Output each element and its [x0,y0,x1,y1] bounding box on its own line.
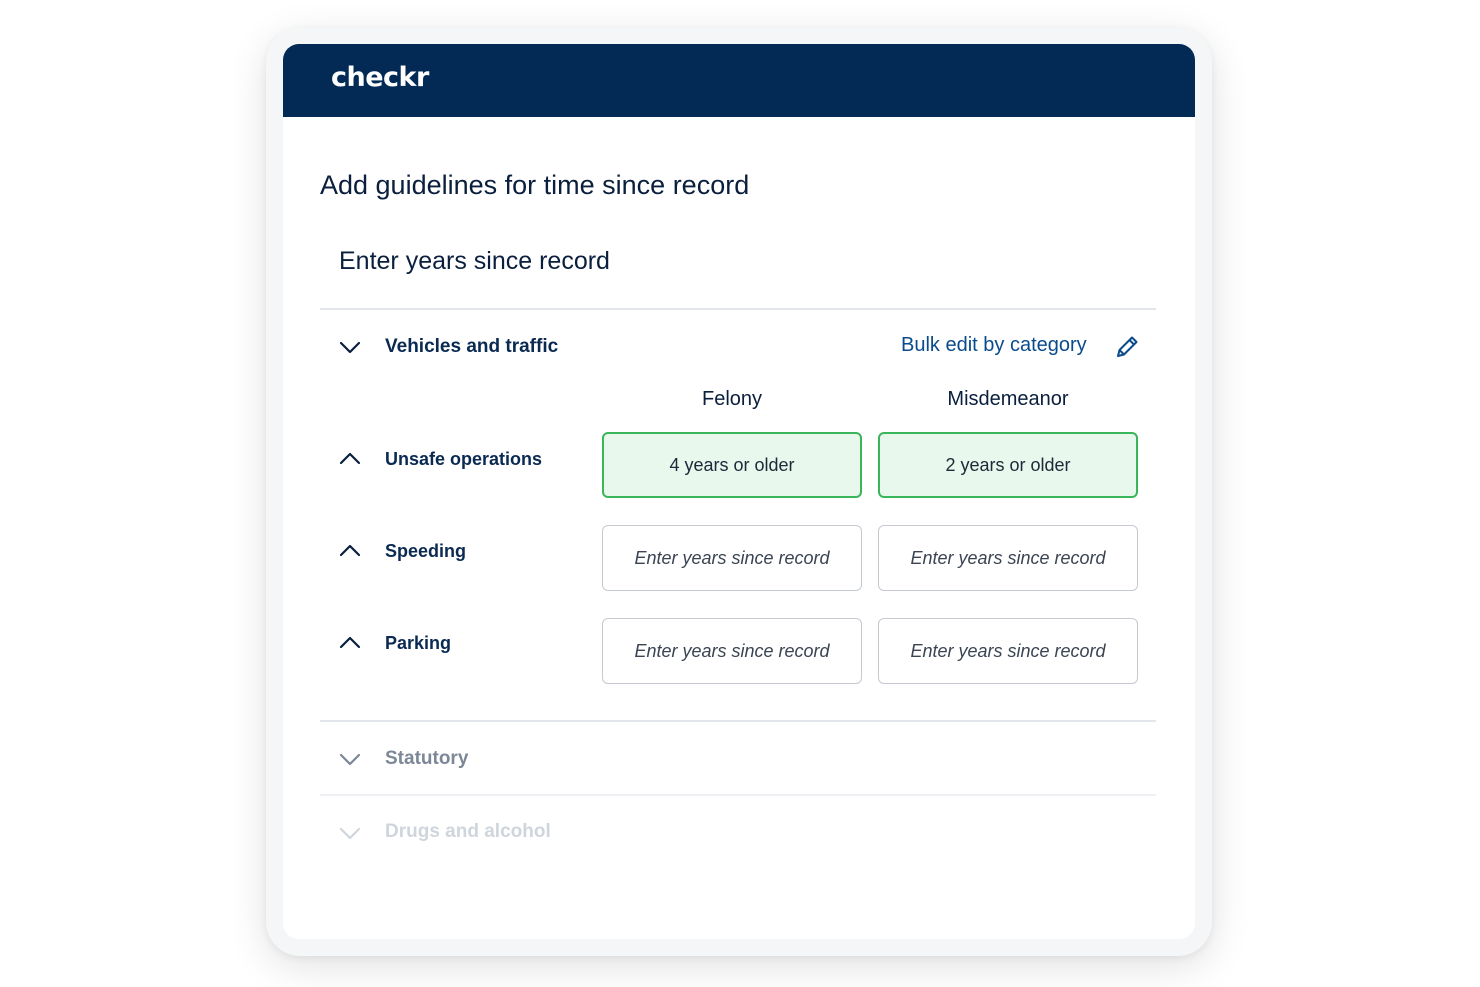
chevron-down-icon[interactable] [339,341,361,355]
felony-input-speeding[interactable]: Enter years since record [602,525,862,591]
felony-input-parking[interactable]: Enter years since record [602,618,862,684]
row-label-parking: Parking [385,633,452,653]
top-nav-bar: checkr [283,44,1195,117]
bulk-edit-link[interactable]: Bulk edit by category [901,334,1087,357]
misdemeanor-input-speeding[interactable]: Enter years since record [878,525,1138,591]
divider [320,720,1156,722]
app-window: checkr Add guidelines for time since rec… [283,44,1195,939]
chevron-up-icon[interactable] [339,543,361,557]
column-header-misdemeanor: Misdemeanor [947,388,1069,410]
divider [320,794,1156,796]
category-vehicles-and-traffic[interactable]: Vehicles and traffic [385,336,558,358]
category-drugs-and-alcohol[interactable]: Drugs and alcohol [385,821,551,843]
misdemeanor-input-unsafe-operations[interactable]: 2 years or older [878,432,1138,498]
checkr-logo[interactable]: checkr [331,62,429,93]
chevron-down-icon[interactable] [339,827,361,841]
column-header-felony: Felony [701,388,763,410]
category-statutory[interactable]: Statutory [385,748,468,770]
section-title: Enter years since record [339,247,610,275]
chevron-down-icon[interactable] [339,753,361,767]
page-title: Add guidelines for time since record [320,170,750,200]
felony-input-unsafe-operations[interactable]: 4 years or older [602,432,862,498]
chevron-up-icon[interactable] [339,635,361,649]
row-label-unsafe-operations: Unsafe operations [385,449,543,469]
chevron-up-icon[interactable] [339,451,361,465]
pencil-icon[interactable] [1114,334,1140,360]
divider [320,308,1156,310]
row-label-speeding: Speeding [385,541,467,561]
misdemeanor-input-parking[interactable]: Enter years since record [878,618,1138,684]
